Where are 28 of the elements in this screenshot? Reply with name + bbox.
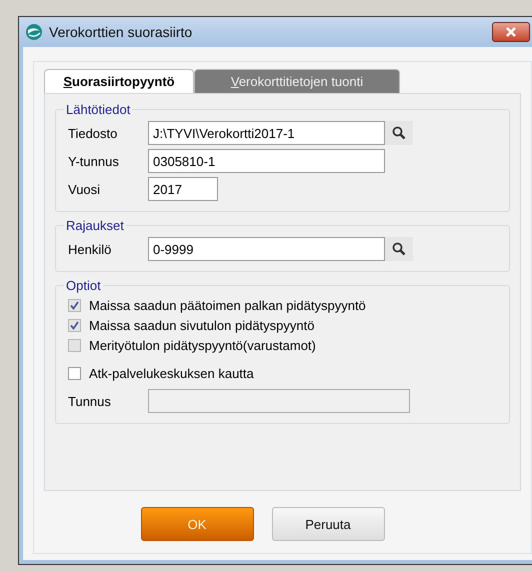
option-label: Maissa saadun päätoimen palkan pidätyspyyntö — [89, 298, 366, 312]
field-label: Y-tunnus — [68, 154, 120, 168]
search-button[interactable] — [385, 237, 413, 261]
group-title: Rajaukset — [65, 218, 125, 233]
app-logo-icon — [25, 23, 43, 41]
group-title: Optiot — [65, 278, 102, 293]
checkbox[interactable] — [68, 366, 81, 380]
field-label: Tunnus — [68, 394, 112, 408]
close-icon — [505, 27, 517, 37]
window-title: Verokorttien suorasiirto — [49, 24, 194, 40]
option-label: Maissa saadun sivutulon pidätyspyyntö — [89, 318, 314, 332]
cancel-button[interactable]: Peruuta — [272, 507, 384, 541]
group-title: Lähtötiedot — [65, 102, 132, 117]
input-field[interactable]: J:\TYVI\Verokortti2017-1 — [148, 121, 385, 145]
field-label: Henkilö — [68, 242, 112, 256]
input-field[interactable]: 2017 — [148, 177, 218, 201]
input-field[interactable]: 0-9999 — [148, 237, 385, 261]
input-field[interactable]: 0305810-1 — [148, 149, 385, 173]
field-label: Vuosi — [68, 182, 102, 196]
field-label: Tiedosto — [68, 126, 118, 140]
option-label: Merityötulon pidätyspyyntö(varustamot) — [89, 338, 316, 352]
close-button[interactable] — [492, 22, 530, 42]
search-icon — [392, 242, 406, 256]
search-button[interactable] — [385, 121, 413, 145]
search-icon — [392, 126, 406, 140]
option-label: Atk-palvelukeskuksen kautta — [89, 366, 254, 380]
tab[interactable]: Suorasiirtopyyntö — [44, 69, 194, 93]
tab[interactable]: Verokorttitietojen tuonti — [194, 69, 400, 93]
